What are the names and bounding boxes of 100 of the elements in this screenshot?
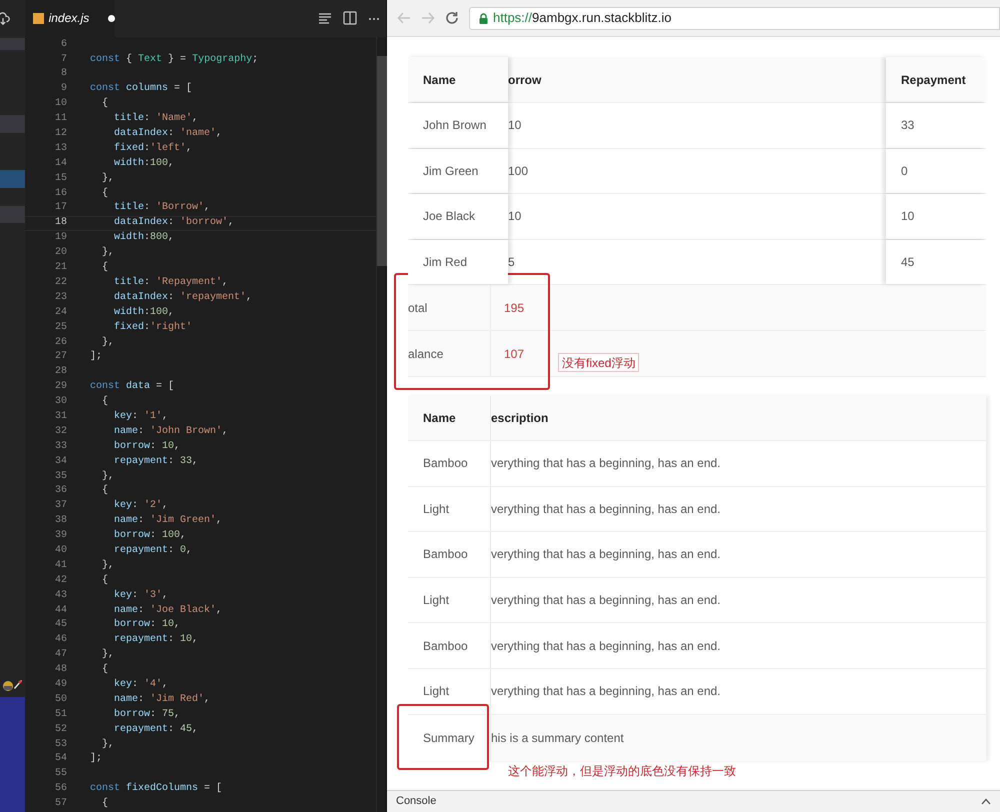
line-number: 19 — [54, 231, 67, 246]
line-number: 12 — [54, 127, 67, 142]
line-number: 41 — [54, 558, 67, 573]
code-line: borrow: 75, — [113, 708, 180, 722]
line-number: 52 — [54, 722, 67, 737]
table-cell-text: 10 — [508, 208, 522, 226]
table-cell-text: verything that has a beginning, has an end. — [491, 546, 722, 564]
line-number: 17 — [54, 201, 67, 216]
line-number: 6 — [60, 38, 67, 52]
line-number: 27 — [54, 350, 67, 364]
code-line: key: '3', — [113, 588, 168, 603]
code-line: borrow: 10, — [113, 440, 180, 454]
line-number: 49 — [54, 678, 67, 692]
code-line: }, — [101, 246, 114, 260]
table-cell: 45 — [886, 240, 986, 284]
code-line: repayment: 45, — [113, 722, 198, 737]
line-number: 57 — [54, 797, 67, 812]
line-number: 56 — [54, 782, 67, 796]
cloud-download-icon[interactable] — [0, 12, 10, 26]
line-number: 8 — [60, 67, 67, 82]
code-line: }, — [101, 738, 114, 752]
code-line: }, — [101, 336, 114, 350]
line-number: 37 — [54, 499, 67, 514]
lock-icon — [479, 12, 488, 24]
code-line: const columns = [ — [90, 82, 192, 96]
outline-icon[interactable] — [318, 11, 332, 26]
scrollbar-thumb[interactable] — [377, 56, 387, 266]
table-cell: Joe Black — [408, 194, 508, 238]
line-number: 24 — [54, 306, 67, 320]
code-line: width:100, — [113, 156, 174, 171]
code-line: { — [101, 395, 108, 410]
table-cell: Bamboo — [408, 532, 491, 577]
table-cell-text: verything that has a beginning, has an end. — [491, 638, 722, 655]
line-number: 31 — [54, 410, 67, 424]
code-line: repayment: 0, — [113, 544, 192, 558]
line-number: 54 — [54, 752, 67, 766]
code-line: width:100, — [113, 306, 174, 320]
line-number: 44 — [54, 604, 67, 618]
table-cell-text: verything that has a beginning, has an end. — [491, 455, 722, 472]
line-number: 29 — [54, 380, 67, 394]
table-cell: Jim Green — [408, 148, 508, 193]
column-header: escription — [491, 410, 550, 427]
code-line: ]; — [90, 350, 102, 364]
line-number: 47 — [54, 648, 67, 662]
reload-icon[interactable] — [445, 11, 459, 25]
line-number: 43 — [54, 588, 67, 603]
table-cell: Light — [408, 486, 491, 532]
code-line: name: 'Jim Red', — [113, 692, 210, 707]
line-number: 36 — [54, 484, 67, 498]
table-cell-text: verything that has a beginning, has an end. — [491, 500, 722, 518]
column-header: Name — [408, 396, 491, 440]
code-line: { — [101, 574, 108, 588]
code-line: name: 'Joe Black', — [113, 604, 222, 618]
code-line: ]; — [90, 752, 102, 766]
line-number: 51 — [54, 708, 67, 722]
line-number: 7 — [60, 52, 67, 67]
editor-tab[interactable]: index.js — [25, 0, 115, 37]
code-line: title: 'Name', — [113, 112, 198, 126]
code-line: const { Text } = Typography; — [90, 52, 258, 67]
summary-cell: otal — [408, 285, 491, 330]
line-number: 14 — [54, 156, 67, 171]
code-line: }, — [101, 558, 114, 573]
line-number: 22 — [54, 276, 67, 290]
table-cell: Bamboo — [408, 623, 491, 668]
code-line: { — [101, 186, 108, 201]
split-editor-icon[interactable] — [343, 11, 357, 26]
line-number: 10 — [54, 97, 67, 112]
line-number: 48 — [54, 663, 67, 678]
chevron-up-icon[interactable] — [981, 798, 991, 805]
code-line: const data = [ — [90, 380, 174, 394]
table-cell: Jim Red — [408, 240, 508, 284]
table-cell-text: 5 — [508, 254, 516, 271]
line-number: 15 — [54, 172, 67, 186]
line-number: 55 — [54, 767, 67, 782]
line-number: 28 — [54, 365, 67, 380]
url-text: https://9ambgx.run.stackblitz.io — [493, 9, 672, 28]
line-number: 34 — [54, 454, 67, 469]
line-number: 35 — [54, 470, 67, 484]
code-line: title: 'Repayment', — [113, 276, 228, 290]
line-number: 42 — [54, 574, 67, 588]
code-line: key: '1', — [113, 410, 168, 424]
line-number: 25 — [54, 320, 67, 335]
address-bar[interactable]: https://9ambgx.run.stackblitz.io — [469, 6, 1000, 30]
summary-cell-text: 107 — [503, 346, 526, 362]
code-line: const fixedColumns = [ — [90, 782, 222, 796]
code-line: borrow: 10, — [113, 618, 180, 632]
code-line: fixed:'right' — [113, 320, 192, 335]
column-header: orrow — [508, 57, 886, 102]
table-cell: 10 — [886, 194, 986, 238]
annotation-note: 这个能浮动，但是浮动的底色没有保持一致 — [508, 763, 736, 780]
code-line: { — [101, 484, 108, 498]
summary-cell: Summary — [408, 714, 491, 761]
table-cell: John Brown — [408, 103, 508, 148]
table-cell-text: 10 — [508, 117, 522, 134]
table-cell: 0 — [886, 148, 986, 193]
line-number: 39 — [54, 529, 67, 544]
code-line: { — [101, 261, 108, 276]
line-number: 23 — [54, 290, 67, 305]
line-number: 32 — [54, 424, 67, 439]
js-file-icon — [33, 12, 44, 24]
